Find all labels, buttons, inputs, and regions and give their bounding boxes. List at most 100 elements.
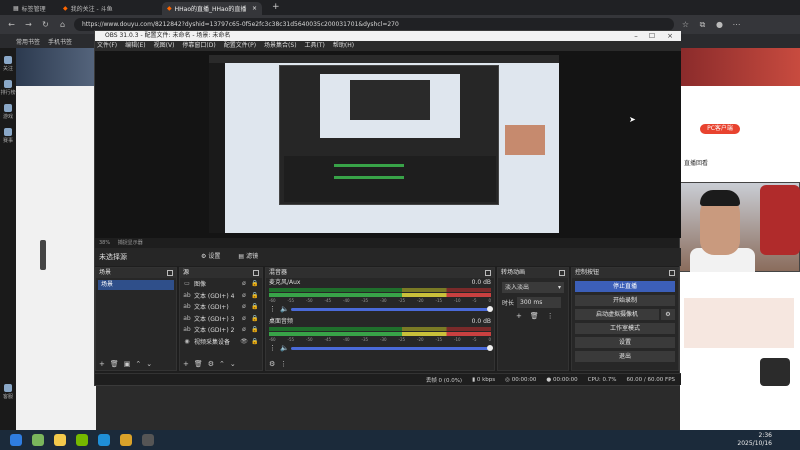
lock-icon[interactable]: 🔒: [251, 292, 259, 299]
eye-icon[interactable]: 👁: [240, 338, 248, 345]
menu-icon[interactable]: ⋯: [731, 19, 742, 30]
bookmark-mobile[interactable]: 手机书签: [48, 37, 72, 46]
eye-hidden-icon[interactable]: ø: [240, 303, 248, 310]
start-virtual-camera-button[interactable]: 启动虚拟摄像机: [575, 309, 659, 320]
trash-icon[interactable]: 🗑: [194, 360, 203, 368]
down-icon[interactable]: ⌄: [230, 360, 236, 368]
menu-dots-icon[interactable]: ⋮: [547, 312, 554, 320]
popout-icon[interactable]: [559, 270, 565, 276]
add-icon[interactable]: +: [99, 360, 105, 368]
back-icon[interactable]: ←: [6, 19, 17, 30]
studio-mode-button[interactable]: 工作室模式: [575, 323, 675, 334]
eye-hidden-icon[interactable]: ø: [240, 292, 248, 299]
speaker-icon[interactable]: 🔈: [280, 305, 289, 313]
eye-hidden-icon[interactable]: ø: [240, 280, 248, 287]
app-icon[interactable]: [32, 434, 44, 446]
gear-icon[interactable]: ⚙: [208, 360, 214, 368]
trophy-icon[interactable]: [4, 128, 12, 136]
stop-streaming-button[interactable]: 停止直播: [575, 281, 675, 292]
volume-slider[interactable]: [291, 344, 493, 351]
browser-tab-1[interactable]: ▦ 标签管理: [8, 2, 54, 15]
collapse-handle[interactable]: [40, 240, 46, 270]
bookmark-common[interactable]: 常用书签: [16, 37, 40, 46]
pc-client-badge[interactable]: PC客户端: [700, 124, 740, 134]
menu-view[interactable]: 视图(V): [154, 41, 175, 51]
exit-button[interactable]: 退出: [575, 351, 675, 362]
game-icon[interactable]: [4, 104, 12, 112]
gear-icon[interactable]: ⚙: [661, 309, 675, 320]
start-icon[interactable]: [10, 434, 22, 446]
obs-preview[interactable]: ➤: [95, 51, 681, 238]
up-icon[interactable]: ⌃: [135, 360, 141, 368]
trash-icon[interactable]: 🗑: [530, 312, 539, 320]
extensions-icon[interactable]: ⧉: [697, 19, 708, 30]
star-icon[interactable]: ☆: [680, 19, 691, 30]
source-item[interactable]: ▭ 图像 ø 🔒: [180, 278, 262, 290]
maximize-icon[interactable]: ☐: [645, 31, 659, 41]
speaker-icon[interactable]: 🔈: [280, 344, 289, 352]
lock-icon[interactable]: 🔒: [251, 326, 259, 333]
new-tab-button[interactable]: +: [272, 2, 280, 12]
douyu-icon[interactable]: [120, 434, 132, 446]
source-item[interactable]: ab 文本 (GDI+) ø 🔒: [180, 301, 262, 313]
home-icon[interactable]: ⌂: [57, 19, 68, 30]
menu-help[interactable]: 帮助(H): [333, 41, 354, 51]
source-settings-button[interactable]: ⚙ 设置: [195, 251, 226, 263]
start-recording-button[interactable]: 开始录制: [575, 295, 675, 306]
gear-icon[interactable]: ⚙: [269, 360, 275, 368]
folder-icon[interactable]: [54, 434, 66, 446]
lock-icon[interactable]: 🔒: [251, 315, 259, 322]
lock-icon[interactable]: 🔒: [251, 280, 259, 287]
popout-icon[interactable]: [167, 270, 173, 276]
filter-icon[interactable]: ▣: [124, 360, 131, 368]
transition-select[interactable]: 淡入淡出: [502, 282, 564, 293]
menu-dots-icon[interactable]: ⋮: [269, 305, 277, 313]
eye-hidden-icon[interactable]: ø: [240, 315, 248, 322]
popout-icon[interactable]: [669, 270, 675, 276]
menu-scene-collection[interactable]: 场景集合(S): [264, 41, 297, 51]
settings-button[interactable]: 设置: [575, 337, 675, 348]
menu-docks[interactable]: 停靠窗口(D): [182, 41, 215, 51]
menu-edit[interactable]: 编辑(E): [125, 41, 145, 51]
duration-input[interactable]: 300 ms: [517, 297, 562, 308]
browser-tab-3[interactable]: ◆ HHao的直播_HHao的直播 ×: [162, 2, 262, 15]
source-item[interactable]: ab 文本 (GDI+) 2 ø 🔒: [180, 324, 262, 336]
profile-icon[interactable]: ●: [714, 19, 725, 30]
add-icon[interactable]: +: [183, 360, 189, 368]
add-icon[interactable]: +: [516, 312, 522, 320]
follow-icon[interactable]: [4, 56, 12, 64]
lock-icon[interactable]: 🔒: [251, 338, 259, 345]
rank-icon[interactable]: [4, 80, 12, 88]
system-clock[interactable]: 2:36 2025/10/16: [737, 432, 772, 448]
forward-icon[interactable]: →: [23, 19, 34, 30]
menu-tools[interactable]: 工具(T): [305, 41, 325, 51]
volume-slider[interactable]: [291, 305, 493, 312]
down-icon[interactable]: ⌄: [146, 360, 152, 368]
source-item[interactable]: ◉ 视频采集设备 👁 🔒: [180, 336, 262, 348]
service-icon[interactable]: [4, 384, 12, 392]
menu-file[interactable]: 文件(F): [97, 41, 117, 51]
trash-icon[interactable]: 🗑: [110, 360, 119, 368]
scene-item[interactable]: 场景: [98, 280, 174, 290]
popout-icon[interactable]: [253, 270, 259, 276]
browser-tab-2[interactable]: ◆ 我的关注 - 斗鱼: [58, 2, 158, 15]
close-icon[interactable]: ×: [252, 5, 257, 12]
nvidia-icon[interactable]: [76, 434, 88, 446]
menu-dots-icon[interactable]: ⋮: [280, 360, 287, 368]
lock-icon[interactable]: 🔒: [251, 303, 259, 310]
source-item[interactable]: ab 文本 (GDI+) 4 ø 🔒: [180, 290, 262, 302]
capture-mode[interactable]: 捕捉显示器: [118, 240, 143, 246]
close-icon[interactable]: ×: [663, 31, 677, 41]
obs-icon[interactable]: [142, 434, 154, 446]
hour-rank-badge[interactable]: [760, 358, 790, 386]
replay-label[interactable]: 直播回看: [684, 158, 708, 167]
minimize-icon[interactable]: –: [629, 31, 643, 41]
eye-hidden-icon[interactable]: ø: [240, 326, 248, 333]
up-icon[interactable]: ⌃: [219, 360, 225, 368]
popout-icon[interactable]: [485, 270, 491, 276]
edge-icon[interactable]: [98, 434, 110, 446]
menu-profile[interactable]: 配置文件(P): [224, 41, 256, 51]
source-filters-button[interactable]: ▤ 滤镜: [232, 251, 264, 263]
source-item[interactable]: ab 文本 (GDI+) 3 ø 🔒: [180, 313, 262, 325]
menu-dots-icon[interactable]: ⋮: [269, 344, 277, 352]
